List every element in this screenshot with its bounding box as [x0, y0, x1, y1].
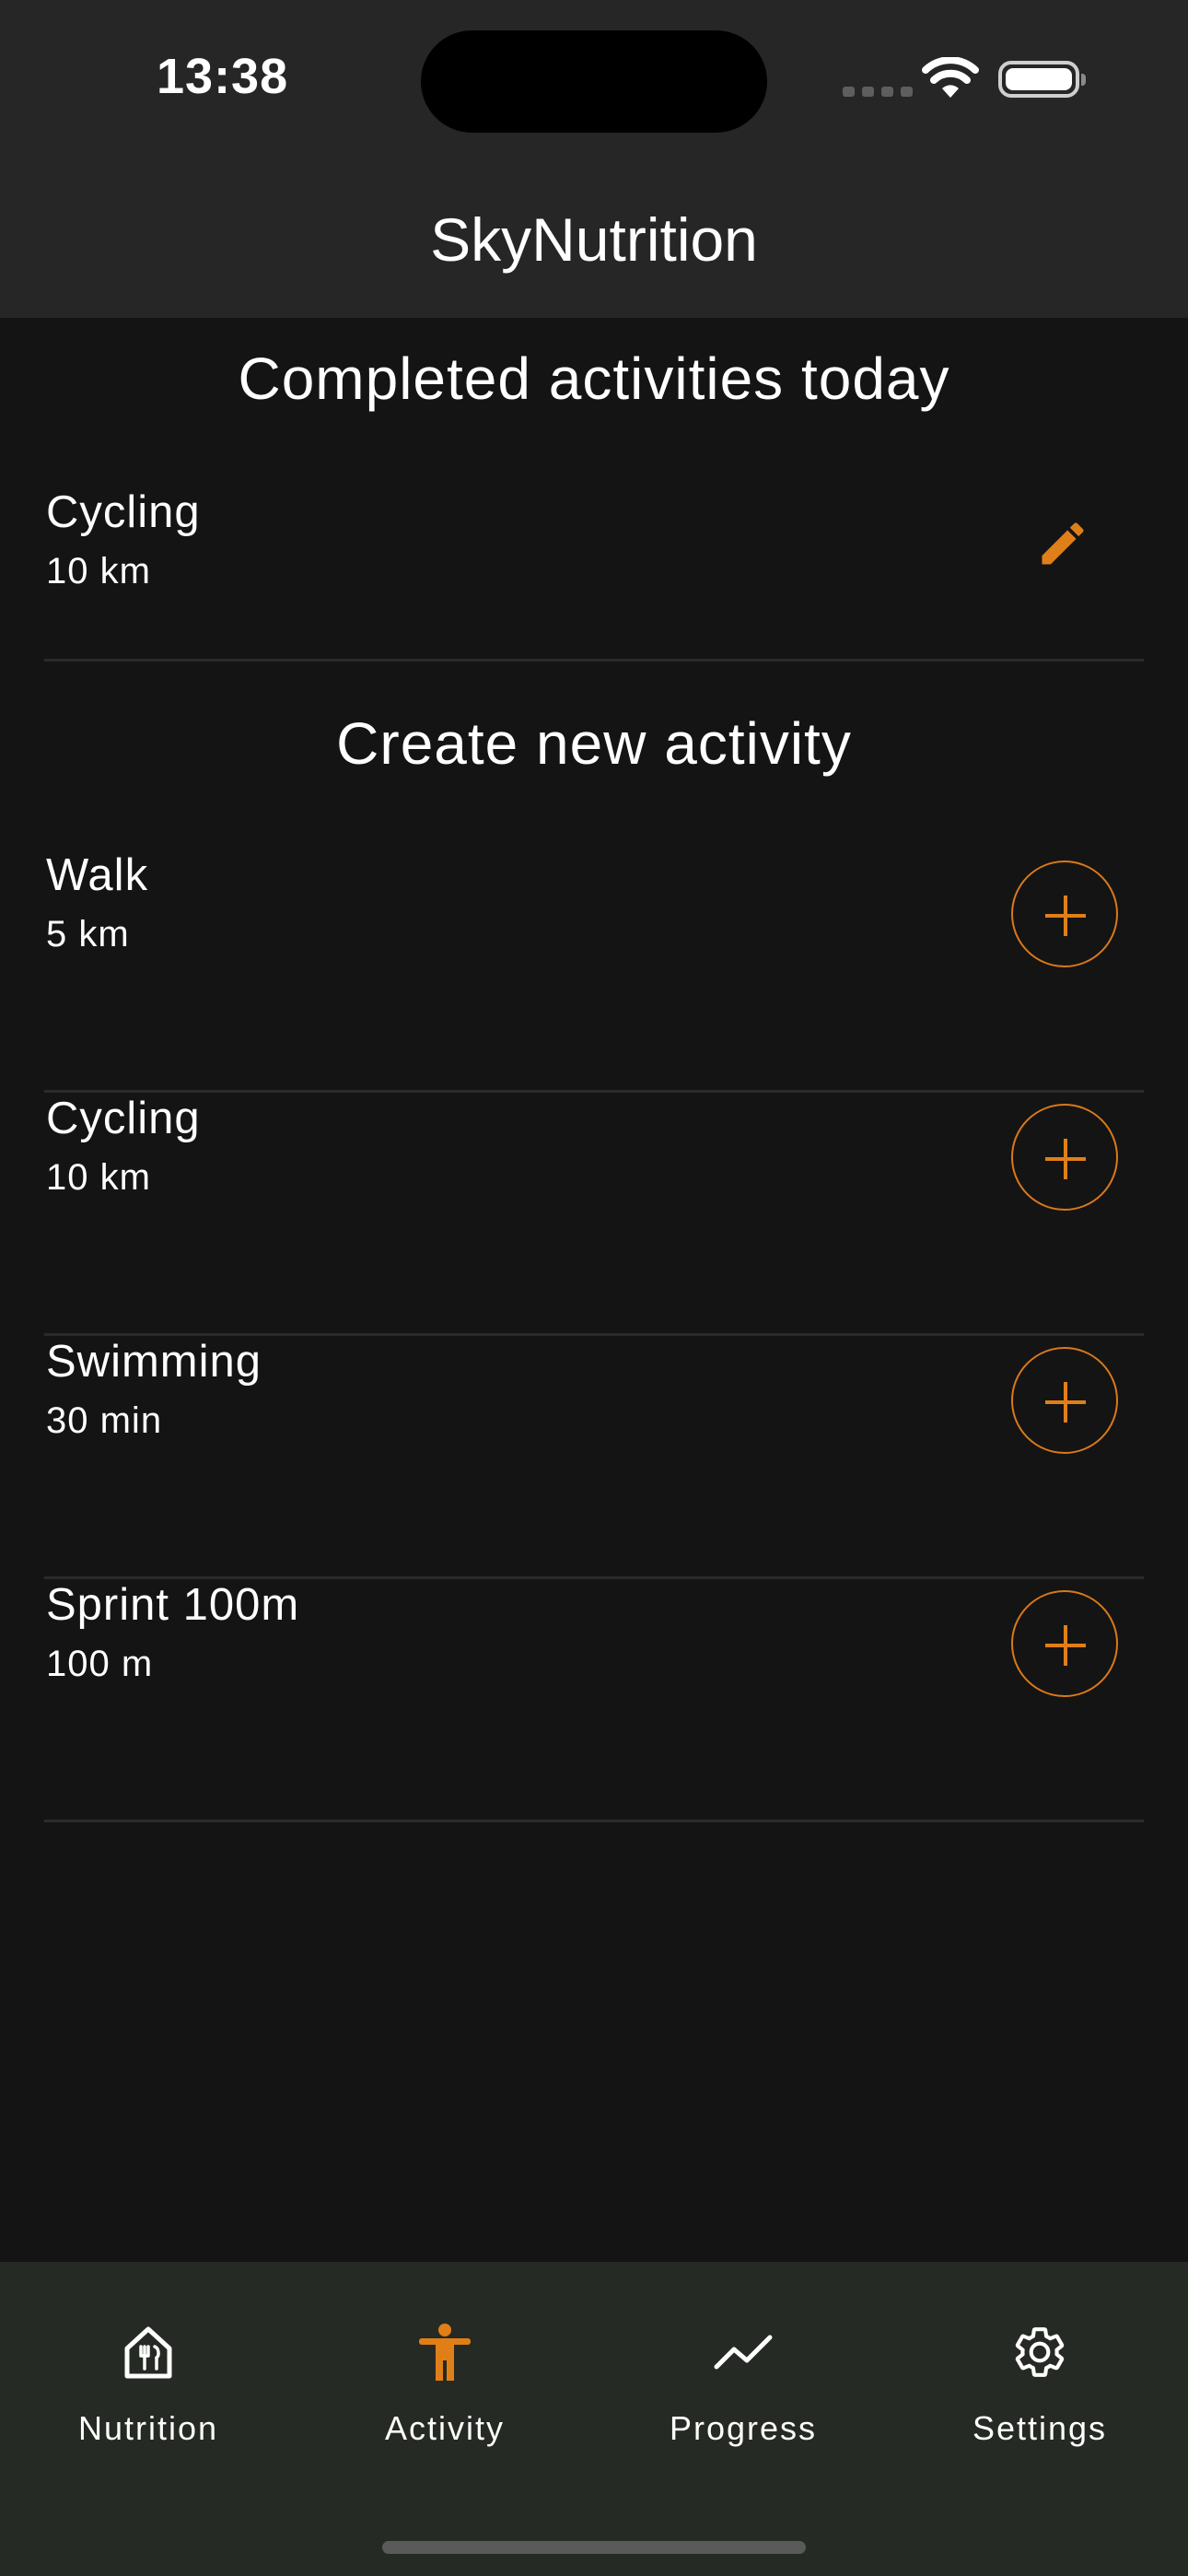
- tab-label: Progress: [669, 2409, 818, 2447]
- tab-label: Nutrition: [77, 2409, 219, 2447]
- activity-row-sprint: Sprint 100m 100 m: [44, 1579, 1144, 1822]
- person-icon: [419, 2324, 471, 2381]
- bottom-tab-bar: Nutrition Activity Progress Settings: [0, 2262, 1188, 2576]
- activity-name: Sprint 100m: [46, 1580, 300, 1630]
- divider: [44, 1820, 1144, 1822]
- activity-amount: 10 km: [46, 1157, 151, 1198]
- activity-amount: 5 km: [46, 914, 130, 954]
- activity-amount: 10 km: [46, 551, 151, 591]
- dynamic-island: [421, 30, 767, 133]
- divider: [44, 659, 1144, 662]
- status-time: 13:38: [157, 49, 289, 104]
- activity-name: Swimming: [46, 1337, 262, 1387]
- completed-section-title: Completed activities today: [238, 345, 950, 412]
- home-indicator[interactable]: [382, 2541, 806, 2554]
- tab-label: Settings: [972, 2409, 1108, 2447]
- page-title: SkyNutrition: [430, 205, 758, 274]
- trend-line-icon: [714, 2335, 773, 2370]
- add-activity-button[interactable]: [1011, 861, 1118, 967]
- cellular-signal-icon: [843, 87, 913, 97]
- add-activity-button[interactable]: [1011, 1347, 1118, 1454]
- activity-name: Walk: [46, 850, 149, 900]
- nutrition-icon: [124, 2326, 172, 2379]
- app-header: 13:38 SkyNutrition: [0, 0, 1188, 318]
- gear-icon: [1015, 2327, 1065, 2377]
- pencil-icon: [1042, 522, 1084, 565]
- activity-amount: 100 m: [46, 1644, 154, 1684]
- activity-row-walk: Walk 5 km: [44, 849, 1144, 1093]
- completed-activity-row: Cycling 10 km: [44, 486, 1144, 662]
- add-activity-button[interactable]: [1011, 1590, 1118, 1697]
- tab-nutrition[interactable]: Nutrition: [0, 2315, 297, 2448]
- wifi-icon: [922, 56, 979, 104]
- activity-row-swimming: Swimming 30 min: [44, 1336, 1144, 1579]
- activity-name: Cycling: [46, 1094, 201, 1143]
- edit-activity-button[interactable]: [1024, 505, 1101, 582]
- battery-icon: [998, 61, 1086, 98]
- create-section-title: Create new activity: [336, 710, 852, 777]
- tab-progress[interactable]: Progress: [595, 2315, 891, 2448]
- activity-name: Cycling: [46, 487, 201, 537]
- activity-row-cycling: Cycling 10 km: [44, 1093, 1144, 1336]
- add-activity-button[interactable]: [1011, 1104, 1118, 1211]
- tab-settings[interactable]: Settings: [891, 2315, 1188, 2448]
- tab-activity[interactable]: Activity: [297, 2315, 593, 2448]
- tab-label: Activity: [384, 2409, 505, 2447]
- activity-amount: 30 min: [46, 1400, 163, 1441]
